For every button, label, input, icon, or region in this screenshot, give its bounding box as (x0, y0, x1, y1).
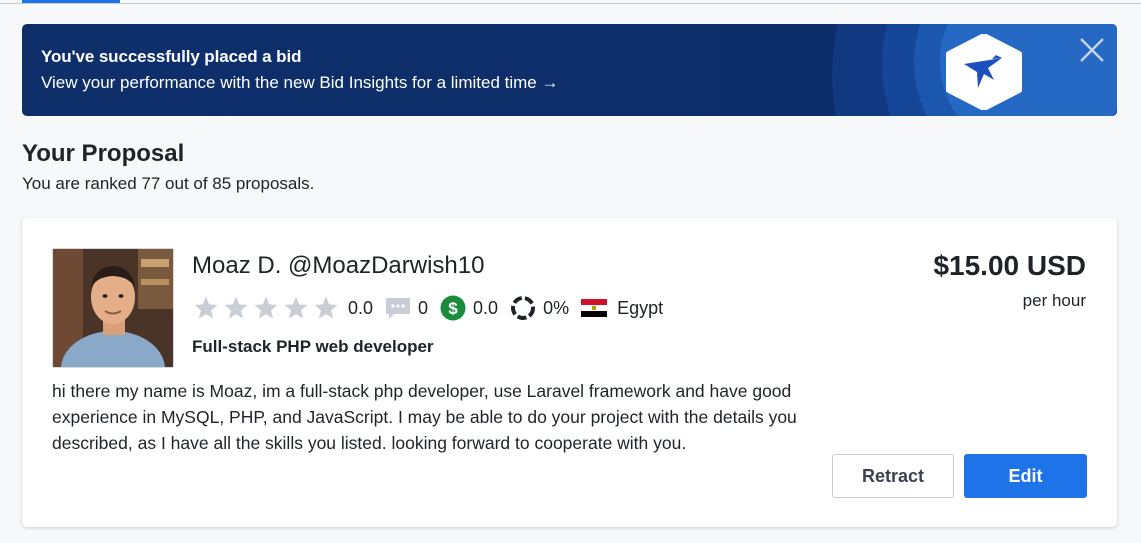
proposal-rank-text: You are ranked 77 out of 85 proposals. (22, 174, 315, 193)
earnings-score: 0.0 (473, 297, 499, 318)
retract-button[interactable]: Retract (832, 454, 954, 498)
completion-rate-icon (511, 296, 536, 320)
dollar-icon: $ (440, 295, 466, 321)
freelancer-name[interactable]: Moaz D. @MoazDarwish10 (192, 252, 484, 280)
freelancer-bird-logo-icon (946, 34, 1022, 110)
close-icon[interactable] (1078, 36, 1106, 64)
completion-rate: 0% (543, 297, 570, 318)
avatar[interactable] (52, 248, 174, 368)
star-icon (224, 296, 248, 319)
active-tab-indicator (22, 0, 120, 3)
egypt-flag-icon (581, 299, 608, 317)
bid-success-banner: You've successfully placed a bid View yo… (22, 24, 1117, 116)
banner-title: You've successfully placed a bid (41, 47, 302, 66)
proposal-description: hi there my name is Moaz, im a full-stac… (52, 381, 797, 453)
proposal-card: Moaz D. @MoazDarwish10 0.0 0 $ 0.0 0% Eg… (22, 218, 1117, 527)
bid-price-unit: per hour (1022, 291, 1086, 310)
freelancer-headline: Full-stack PHP web developer (192, 337, 434, 356)
avatar-photo (53, 249, 173, 367)
svg-text:$: $ (448, 299, 458, 318)
star-icon (284, 296, 308, 319)
bid-insights-link[interactable]: View your performance with the new Bid I… (41, 73, 558, 93)
star-rating (192, 295, 340, 321)
tab-bar (0, 0, 1141, 4)
country-name: Egypt (617, 297, 664, 318)
star-icon (194, 296, 218, 319)
rating-value: 0.0 (348, 297, 374, 318)
reviews-count: 0 (418, 297, 429, 318)
star-icon (314, 296, 338, 319)
freelancer-stats: 0.0 0 $ 0.0 0% Egypt (192, 295, 663, 321)
star-icon (254, 296, 278, 319)
proposal-section-title: Your Proposal (22, 140, 185, 167)
edit-button[interactable]: Edit (964, 454, 1087, 498)
bid-price: $15.00 USD (933, 250, 1086, 281)
reviews-icon (386, 298, 411, 319)
